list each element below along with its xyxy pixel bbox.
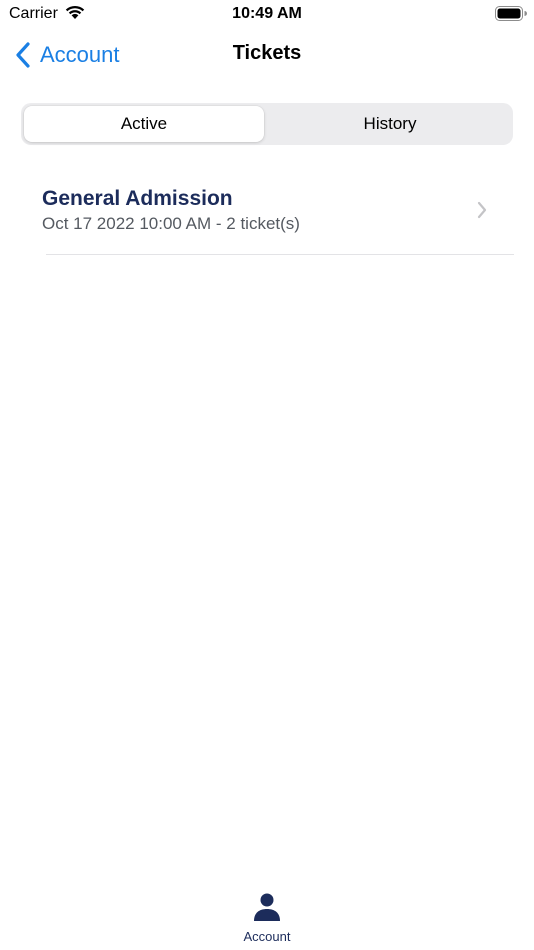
segment-active[interactable]: Active xyxy=(24,106,264,142)
segment-history[interactable]: History xyxy=(270,106,510,142)
ticket-title: General Admission xyxy=(42,187,233,210)
chevron-right-icon xyxy=(477,201,487,219)
tab-bar: Account xyxy=(0,880,534,950)
page-title: Tickets xyxy=(232,42,302,64)
battery-icon xyxy=(495,6,527,21)
person-icon xyxy=(254,893,280,921)
ticket-details: Oct 17 2022 10:00 AM - 2 ticket(s) xyxy=(42,214,300,233)
tickets-screen: Carrier 10:49 AM Account Tickets Active … xyxy=(0,0,534,950)
tab-account-label: Account xyxy=(243,929,291,944)
tab-account[interactable]: Account xyxy=(217,892,317,950)
ticket-list-item[interactable]: General Admission Oct 17 2022 10:00 AM -… xyxy=(0,172,534,256)
navigation-bar: Account Tickets xyxy=(0,30,534,80)
status-bar: Carrier 10:49 AM xyxy=(0,0,534,28)
status-time: 10:49 AM xyxy=(232,5,302,22)
row-divider xyxy=(46,254,514,255)
tickets-segmented-control: Active History xyxy=(21,103,513,145)
